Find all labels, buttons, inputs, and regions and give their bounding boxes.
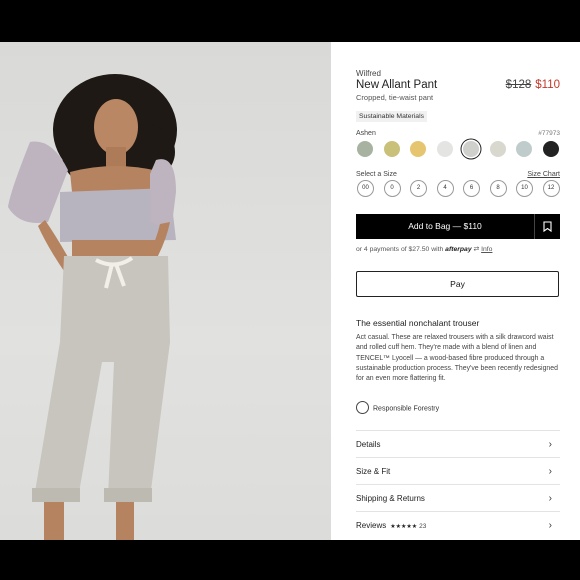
size-option-10[interactable]: 10 bbox=[516, 180, 533, 197]
size-option-12[interactable]: 12 bbox=[542, 180, 560, 197]
description-body: Act casual. These are relaxed trousers w… bbox=[356, 334, 558, 383]
size-options: 00 0 2 4 6 8 10 12 bbox=[356, 180, 566, 198]
original-price: $128 bbox=[505, 79, 532, 91]
color-swatch-stone[interactable] bbox=[489, 141, 506, 157]
color-swatches bbox=[356, 140, 566, 160]
bookmark-icon bbox=[543, 221, 552, 233]
accordion-label: Details bbox=[356, 440, 381, 449]
size-chart-link[interactable]: Size Chart bbox=[527, 171, 560, 178]
apple-pay-label: Pay bbox=[450, 279, 465, 289]
product-subtitle: Cropped, tie-waist pant bbox=[356, 93, 434, 102]
size-option-00[interactable]: 00 bbox=[357, 180, 374, 197]
model-illustration bbox=[8, 74, 177, 540]
responsible-forestry-badge[interactable]: Responsible Forestry bbox=[356, 401, 440, 416]
size-label: Select a Size bbox=[356, 171, 397, 178]
accordion-shipping-returns[interactable]: Shipping & Returns › bbox=[356, 484, 560, 512]
color-swatch-ashen[interactable] bbox=[463, 141, 479, 157]
chevron-right-icon: › bbox=[548, 439, 552, 450]
color-label: Ashen bbox=[356, 130, 376, 137]
afterpay-text: or 4 payments of $27.50 with bbox=[356, 246, 444, 253]
product-photo bbox=[0, 42, 331, 540]
brand-name[interactable]: Wilfred bbox=[356, 69, 381, 78]
product-page: Wilfred New Allant Pant Cropped, tie-wai… bbox=[0, 42, 580, 540]
color-swatch-black[interactable] bbox=[542, 141, 559, 157]
wishlist-button[interactable] bbox=[534, 214, 560, 239]
accordion-reviews[interactable]: Reviews ★★★★★ 23 › bbox=[356, 511, 560, 539]
description-heading: The essential nonchalant trouser bbox=[356, 318, 480, 328]
sale-price: $110 bbox=[535, 79, 560, 91]
color-swatch-sea-glass[interactable] bbox=[516, 141, 532, 157]
accordion-details[interactable]: Details › bbox=[356, 430, 560, 458]
forestry-label: Responsible Forestry bbox=[373, 405, 440, 413]
product-name: New Allant Pant bbox=[356, 79, 438, 91]
size-option-4[interactable]: 4 bbox=[436, 180, 454, 197]
color-swatch-olive[interactable] bbox=[383, 141, 400, 157]
product-details-panel: Wilfred New Allant Pant Cropped, tie-wai… bbox=[331, 42, 580, 540]
afterpay-logo: afterpay bbox=[445, 246, 472, 253]
chevron-right-icon: › bbox=[548, 493, 552, 504]
afterpay-line: or 4 payments of $27.50 with afterpay ⇄ … bbox=[356, 245, 492, 253]
size-option-2[interactable]: 2 bbox=[410, 180, 427, 197]
apple-pay-button[interactable]: Pay bbox=[356, 271, 559, 297]
accordion-label: Reviews bbox=[356, 521, 387, 530]
afterpay-arrow-icon: ⇄ bbox=[473, 246, 480, 253]
sku-number: #77973 bbox=[538, 130, 560, 137]
size-option-6[interactable]: 6 bbox=[463, 180, 480, 197]
size-option-8[interactable]: 8 bbox=[489, 180, 507, 197]
accordion-size-fit[interactable]: Size & Fit › bbox=[356, 457, 560, 485]
color-swatch-pale-gray[interactable] bbox=[436, 141, 453, 157]
chevron-right-icon: › bbox=[548, 466, 552, 477]
rating-stars: ★★★★★ bbox=[390, 524, 418, 530]
accordion-label: Size & Fit bbox=[356, 467, 391, 476]
accordion-label: Shipping & Returns bbox=[356, 494, 425, 503]
add-to-bag-button[interactable]: Add to Bag — $110 bbox=[356, 214, 534, 239]
afterpay-info-link[interactable]: Info bbox=[481, 246, 492, 253]
color-swatch-sage[interactable] bbox=[357, 141, 373, 157]
chevron-right-icon: › bbox=[548, 520, 552, 531]
price-block: $128 $110 bbox=[506, 79, 560, 91]
tree-icon bbox=[356, 401, 369, 414]
size-option-0[interactable]: 0 bbox=[383, 180, 401, 197]
sustainable-materials-tag[interactable]: Sustainable Materials bbox=[356, 111, 427, 122]
color-swatch-mustard[interactable] bbox=[410, 141, 426, 157]
review-count: 23 bbox=[419, 523, 427, 530]
